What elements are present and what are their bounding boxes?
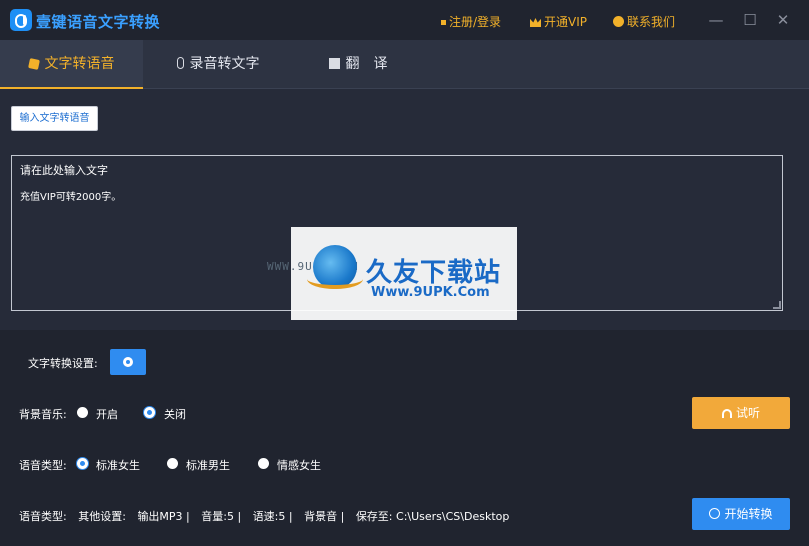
app-title: 壹键语音文字转换 [36, 13, 161, 31]
translate-icon [328, 58, 340, 69]
tab-translate-label: 翻 译 [345, 56, 388, 72]
smile-icon [613, 16, 624, 27]
headphone-icon [721, 409, 732, 418]
contact-us-label: 联系我们 [627, 15, 676, 29]
text-input-placeholder: 请在此处输入文字 [20, 164, 108, 177]
globe-logo-icon [307, 245, 363, 289]
summary-save-path: 保存至: C:\Users\CS\Desktop [355, 510, 510, 523]
voice-standard-male-radio[interactable] [167, 458, 178, 469]
bg-music-off-radio[interactable] [144, 407, 155, 418]
tab-text-to-speech[interactable]: 文字转语音 [0, 40, 143, 89]
tab-translate[interactable]: 翻 译 [293, 40, 423, 89]
bg-music-off-label: 关闭 [164, 408, 186, 421]
watermark-url: Www.9UPK.Com [371, 285, 490, 300]
summary-volume: 音量:5 | [201, 510, 242, 523]
start-convert-label: 开始转换 [724, 507, 773, 521]
open-vip-label: 开通VIP [544, 15, 587, 29]
register-login-label: 注册/登录 [449, 15, 502, 29]
watermark-overlay: WWW.9UPK.COM 久友下载站 Www.9UPK.Com [267, 227, 517, 320]
app-logo-icon [10, 9, 32, 31]
input-text-to-speech-button[interactable]: 输入文字转语音 [11, 106, 98, 131]
summary-output: 输出MP3 | [137, 510, 190, 523]
tab-bar: 文字转语音 录音转文字 翻 译 [0, 40, 809, 89]
microphone-icon [176, 57, 184, 69]
title-bar: 壹键语音文字转换 注册/登录 开通VIP 联系我们 — ☐ ✕ [0, 0, 809, 40]
summary-speed: 语速:5 | [252, 510, 293, 523]
voice-type-label: 语音类型: [19, 459, 67, 472]
summary-bgm: 背景音 | [304, 510, 345, 523]
voice-standard-female-label: 标准女生 [96, 459, 140, 472]
tab-text-to-speech-label: 文字转语音 [44, 56, 115, 72]
voice-standard-male-label: 标准男生 [186, 459, 230, 472]
minimize-button[interactable]: — [706, 10, 726, 30]
voice-emotional-female-label: 情感女生 [277, 459, 321, 472]
voice-standard-female-radio[interactable] [77, 458, 88, 469]
listen-button[interactable]: 试听 [692, 397, 790, 429]
watermark-brand: 久友下载站 [366, 258, 502, 288]
bg-music-on-radio[interactable] [77, 407, 88, 418]
settings-gear-button[interactable] [110, 349, 146, 375]
vip-hint-text: 充值VIP可转2000字。 [20, 192, 122, 203]
listen-button-label: 试听 [735, 406, 760, 420]
maximize-button[interactable]: ☐ [740, 10, 760, 30]
open-vip-link[interactable]: 开通VIP [530, 13, 587, 30]
tab-record-to-text[interactable]: 录音转文字 [143, 40, 293, 89]
close-button[interactable]: ✕ [773, 10, 793, 30]
start-convert-button[interactable]: 开始转换 [692, 498, 790, 530]
register-login-link[interactable]: 注册/登录 [441, 13, 501, 30]
tab-record-to-text-label: 录音转文字 [189, 56, 260, 72]
start-circle-icon [709, 508, 721, 519]
square-dot-icon [441, 20, 446, 25]
contact-us-link[interactable]: 联系我们 [613, 13, 675, 30]
voice-emotional-female-radio[interactable] [258, 458, 269, 469]
convert-settings-label: 文字转换设置: [28, 357, 98, 370]
crown-icon [530, 18, 541, 27]
summary-voice-label: 语音类型: [19, 510, 67, 523]
bg-music-on-label: 开启 [96, 408, 118, 421]
settings-summary: 语音类型: 其他设置: 输出MP3 | 音量:5 | 语速:5 | 背景音 | … [19, 508, 517, 524]
text-icon [27, 58, 40, 70]
bg-music-label: 背景音乐: [19, 408, 67, 421]
resize-handle-icon[interactable] [773, 301, 781, 309]
summary-other-label: 其他设置: [78, 510, 126, 523]
gear-icon [123, 357, 133, 367]
